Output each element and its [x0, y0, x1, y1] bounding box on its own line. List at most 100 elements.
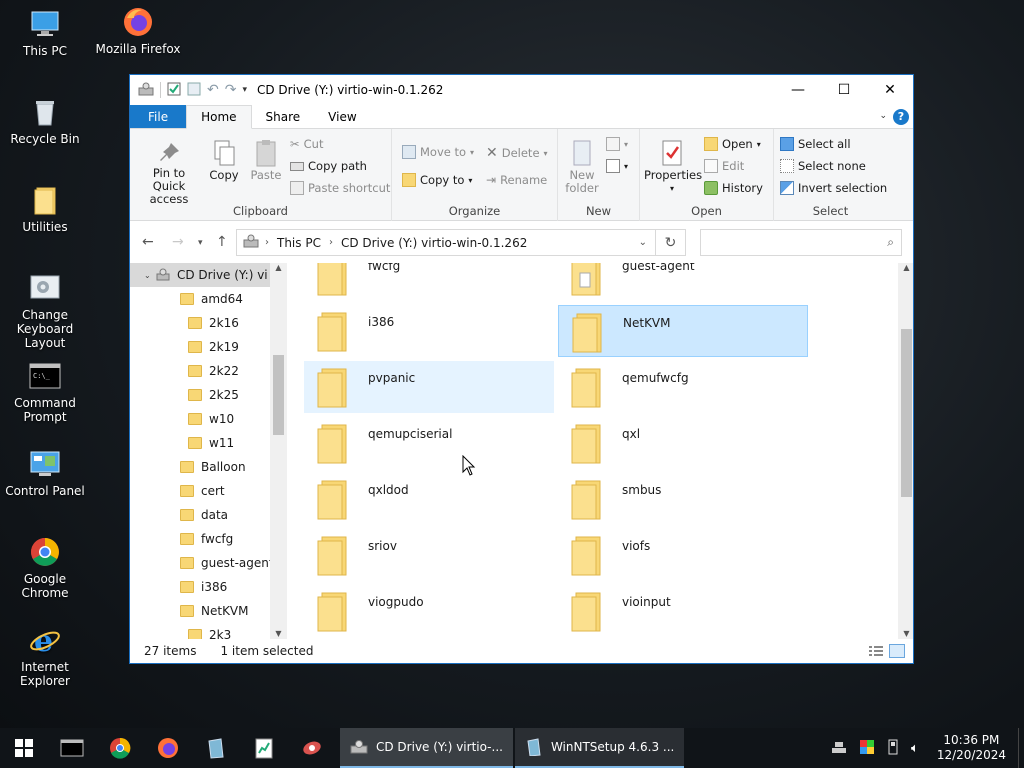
chevron-right-icon[interactable]: › [265, 237, 269, 248]
details-view-icon[interactable] [869, 645, 883, 660]
nav-item-w10[interactable]: w10 [188, 407, 234, 431]
redo-icon[interactable]: ↷ [225, 82, 237, 98]
nav-item-amd64[interactable]: amd64 [180, 287, 243, 311]
desktop-icon-utilities[interactable]: Utilities [0, 184, 90, 234]
select-all-button[interactable]: Select all [780, 137, 851, 151]
desktop-icon-internet-explorer[interactable]: e Internet Explorer [0, 624, 90, 688]
properties-check-icon[interactable] [167, 82, 181, 99]
folder-tile[interactable]: fwcfg [304, 263, 554, 301]
folder-tile-hover[interactable]: pvpanic [304, 361, 554, 413]
properties-button[interactable]: Properties ▾ [644, 139, 702, 195]
delete-button[interactable]: ✕ Delete ▾ [486, 145, 548, 161]
invert-selection-button[interactable]: Invert selection [780, 181, 887, 195]
chevron-right-icon[interactable]: › [329, 237, 333, 248]
content-scrollbar[interactable]: ▲ ▼ [898, 263, 913, 640]
qat-dropdown-icon[interactable]: ▾ [242, 85, 247, 95]
nav-item-cert[interactable]: cert [180, 479, 225, 503]
move-to-button[interactable]: Move to ▾ [402, 145, 474, 159]
nav-item-cd-drive[interactable]: ⌄ CD Drive (Y:) vi [130, 263, 270, 287]
folder-tile[interactable]: smbus [558, 473, 808, 525]
taskbar-tool[interactable] [288, 728, 336, 768]
title-bar[interactable]: ↶ ↷ ▾ CD Drive (Y:) virtio-win-0.1.262 —… [130, 75, 913, 105]
scroll-up-icon[interactable]: ▲ [270, 263, 287, 277]
minimize-button[interactable]: — [775, 75, 821, 105]
paste-button[interactable]: Paste [248, 139, 284, 182]
search-box[interactable]: ⌕ [700, 229, 902, 256]
nav-item-fwcfg[interactable]: fwcfg [180, 527, 233, 551]
usb-icon[interactable] [887, 739, 899, 758]
nav-item-2k3[interactable]: 2k3 [188, 623, 231, 640]
volume-muted-icon[interactable]: 🔈︎ [911, 741, 919, 756]
copy-button[interactable]: Copy [206, 139, 242, 182]
pin-quick-access-button[interactable]: Pin to Quick access [136, 141, 202, 206]
taskbar-notepad[interactable] [240, 728, 288, 768]
folder-tile[interactable]: sriov [304, 529, 554, 581]
desktop-icon-firefox[interactable]: Mozilla Firefox [93, 6, 183, 56]
copy-path-button[interactable]: Copy path [290, 159, 367, 173]
scroll-thumb[interactable] [901, 329, 912, 497]
color-settings-icon[interactable] [859, 739, 875, 758]
forward-arrow-icon[interactable]: → [172, 234, 184, 250]
start-button[interactable] [0, 728, 48, 768]
navigation-pane[interactable]: ⌄ CD Drive (Y:) vi amd64 2k16 2k19 2k22 … [130, 263, 287, 640]
nav-item-2k25[interactable]: 2k25 [188, 383, 239, 407]
back-arrow-icon[interactable]: ← [142, 234, 154, 250]
tab-view[interactable]: View [314, 105, 370, 128]
folder-tile[interactable]: qemupciserial [304, 417, 554, 469]
desktop-icon-this-pc[interactable]: This PC [0, 8, 90, 58]
address-bar[interactable]: › This PC › CD Drive (Y:) virtio-win-0.1… [236, 229, 656, 256]
maximize-button[interactable]: ☐ [821, 75, 867, 105]
open-button[interactable]: Open ▾ [704, 137, 761, 151]
close-button[interactable]: ✕ [867, 75, 913, 105]
address-dropdown-icon[interactable]: ⌄ [639, 237, 647, 248]
desktop-icon-command-prompt[interactable]: C:\_ Command Prompt [0, 360, 90, 424]
undo-icon[interactable]: ↶ [207, 82, 219, 98]
nav-item-balloon[interactable]: Balloon [180, 455, 246, 479]
breadcrumb-this-pc[interactable]: This PC [277, 236, 321, 250]
tab-file[interactable]: File [130, 105, 187, 128]
nav-scrollbar[interactable]: ▲ ▼ [270, 263, 287, 640]
recent-locations-icon[interactable]: ▾ [198, 238, 203, 248]
tab-share[interactable]: Share [252, 105, 315, 128]
easy-access-button[interactable]: ▾ [606, 159, 628, 173]
scroll-up-icon[interactable]: ▲ [898, 263, 913, 277]
show-desktop-button[interactable] [1018, 728, 1024, 768]
clock[interactable]: 10:36 PM 12/20/2024 [925, 733, 1018, 763]
nav-item-w11[interactable]: w11 [188, 431, 234, 455]
network-icon[interactable] [831, 739, 847, 758]
scroll-down-icon[interactable]: ▼ [898, 629, 913, 638]
desktop-icon-recycle-bin[interactable]: Recycle Bin [0, 96, 90, 146]
folder-tile[interactable]: guest-agent [558, 263, 808, 301]
history-button[interactable]: History [704, 181, 763, 195]
tab-home[interactable]: Home [186, 105, 252, 129]
folder-tile-selected[interactable]: NetKVM [558, 305, 808, 357]
taskbar-chrome[interactable] [96, 728, 144, 768]
folder-tile[interactable]: i386 [304, 305, 554, 357]
nav-item-data[interactable]: data [180, 503, 228, 527]
nav-item-netkvm[interactable]: NetKVM [180, 599, 249, 623]
copy-to-button[interactable]: Copy to ▾ [402, 173, 472, 187]
desktop-icon-keyboard-layout[interactable]: Change Keyboard Layout [0, 272, 90, 350]
taskbar-firefox[interactable] [144, 728, 192, 768]
new-folder-button[interactable]: New folder [564, 139, 600, 195]
desktop-icon-control-panel[interactable]: Control Panel [0, 448, 90, 498]
refresh-button[interactable]: ↻ [656, 229, 686, 256]
folder-tile[interactable]: qemufwcfg [558, 361, 808, 413]
scroll-down-icon[interactable]: ▼ [270, 629, 287, 638]
taskbar-command-prompt[interactable] [48, 728, 96, 768]
folder-tile[interactable]: qxl [558, 417, 808, 469]
nav-item-guest-agent[interactable]: guest-agent [180, 551, 274, 575]
ribbon-expand-icon[interactable]: ⌄ [879, 111, 887, 121]
taskbar-winntsetup-window[interactable]: WinNTSetup 4.6.3 ... [514, 728, 685, 768]
nav-item-2k22[interactable]: 2k22 [188, 359, 239, 383]
new-item-button[interactable]: ▾ [606, 137, 628, 151]
new-folder-qat-icon[interactable] [187, 82, 201, 99]
help-icon[interactable]: ? [893, 109, 909, 125]
taskbar-explorer-window[interactable]: CD Drive (Y:) virtio-... [340, 728, 513, 768]
nav-item-i386[interactable]: i386 [180, 575, 227, 599]
file-list[interactable]: fwcfg guest-agent i386 NetKVM pvpanic qe… [288, 263, 913, 640]
breadcrumb-cd-drive[interactable]: CD Drive (Y:) virtio-win-0.1.262 [341, 236, 527, 250]
taskbar-winntsetup-pin[interactable] [192, 728, 240, 768]
nav-item-2k19[interactable]: 2k19 [188, 335, 239, 359]
folder-tile[interactable]: viofs [558, 529, 808, 581]
